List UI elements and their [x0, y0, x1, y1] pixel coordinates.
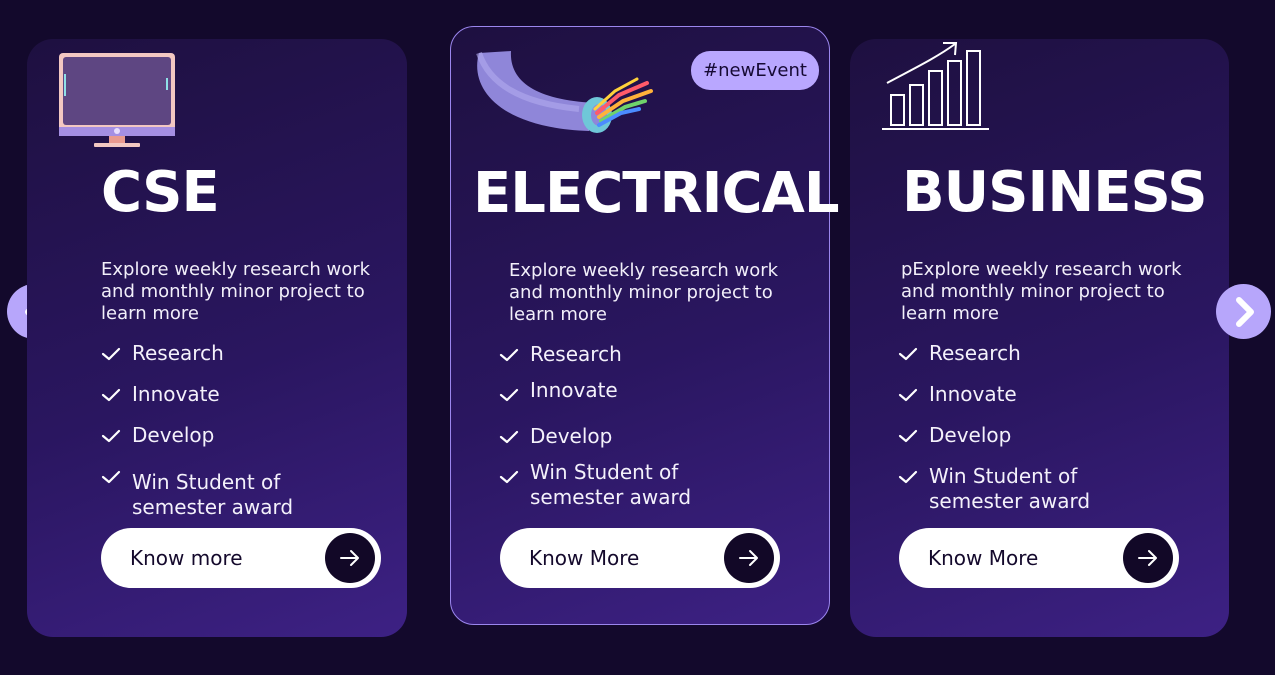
- department-card-cse: CSE Explore weekly research work and mon…: [27, 39, 407, 637]
- feature-label: Innovate: [132, 382, 220, 406]
- button-label: Know More: [928, 546, 1039, 570]
- feature-label: Win Student of semester award: [530, 460, 692, 509]
- feature-item: Innovate: [499, 378, 770, 403]
- feature-label: Research: [530, 342, 622, 366]
- new-event-badge: #newEvent: [691, 51, 819, 90]
- card-title: ELECTRICAL: [473, 161, 840, 226]
- feature-item: Innovate: [101, 382, 372, 407]
- feature-label: Develop: [530, 424, 613, 448]
- arrow-right-icon: [1123, 533, 1173, 583]
- feature-label: Win Student of semester award: [132, 470, 294, 519]
- checkmark-icon: [101, 347, 121, 361]
- department-carousel: CSE Explore weekly research work and mon…: [0, 0, 1275, 675]
- checkmark-icon: [101, 429, 121, 443]
- arrow-right-icon: [724, 533, 774, 583]
- feature-label: Develop: [132, 423, 215, 447]
- checkmark-icon: [499, 430, 519, 444]
- electric-cable-icon: [476, 51, 653, 133]
- card-title: CSE: [101, 160, 220, 225]
- card-title: BUSINESS: [902, 160, 1208, 225]
- checkmark-icon: [898, 347, 918, 361]
- department-card-electrical: #newEvent ELECTRICAL Explore weekly rese…: [450, 26, 840, 625]
- department-card-business: BUSINESS pExplore weekly research work a…: [850, 39, 1229, 637]
- feature-item: Research: [898, 341, 1169, 366]
- checkmark-icon: [898, 388, 918, 402]
- carousel-next-button[interactable]: [1216, 284, 1271, 339]
- feature-item: Win Student of semester award: [499, 460, 770, 510]
- feature-label: Innovate: [530, 378, 618, 402]
- checkmark-icon: [898, 470, 918, 484]
- know-more-button[interactable]: Know More: [899, 528, 1179, 588]
- chevron-right-icon: [1235, 296, 1254, 327]
- checkmark-icon: [101, 388, 121, 402]
- feature-item: Develop: [101, 423, 372, 448]
- feature-label: Win Student of semester award: [929, 464, 1091, 513]
- feature-item: Develop: [898, 423, 1169, 448]
- growth-chart-icon: [882, 42, 989, 130]
- card-description: Explore weekly research work and monthly…: [101, 259, 371, 324]
- card-description: Explore weekly research work and monthly…: [509, 260, 779, 325]
- button-label: Know More: [529, 546, 640, 570]
- know-more-button[interactable]: Know More: [500, 528, 780, 588]
- computer-monitor-icon: [59, 53, 175, 147]
- feature-label: Innovate: [929, 382, 1017, 406]
- card-description: pExplore weekly research work and monthl…: [901, 259, 1182, 324]
- feature-item: Innovate: [898, 382, 1169, 407]
- button-label: Know more: [130, 546, 243, 570]
- feature-label: Research: [132, 341, 224, 365]
- feature-item: Research: [101, 341, 372, 366]
- feature-item: Win Student of semester award: [898, 464, 1169, 514]
- checkmark-icon: [499, 388, 519, 402]
- arrow-right-icon: [325, 533, 375, 583]
- feature-label: Research: [929, 341, 1021, 365]
- feature-label: Develop: [929, 423, 1012, 447]
- checkmark-icon: [499, 470, 519, 484]
- checkmark-icon: [898, 429, 918, 443]
- feature-item: Develop: [499, 424, 770, 449]
- feature-item: Research: [499, 342, 770, 367]
- know-more-button[interactable]: Know more: [101, 528, 381, 588]
- checkmark-icon: [101, 470, 121, 484]
- checkmark-icon: [499, 348, 519, 362]
- feature-item: Win Student of semester award: [101, 470, 372, 520]
